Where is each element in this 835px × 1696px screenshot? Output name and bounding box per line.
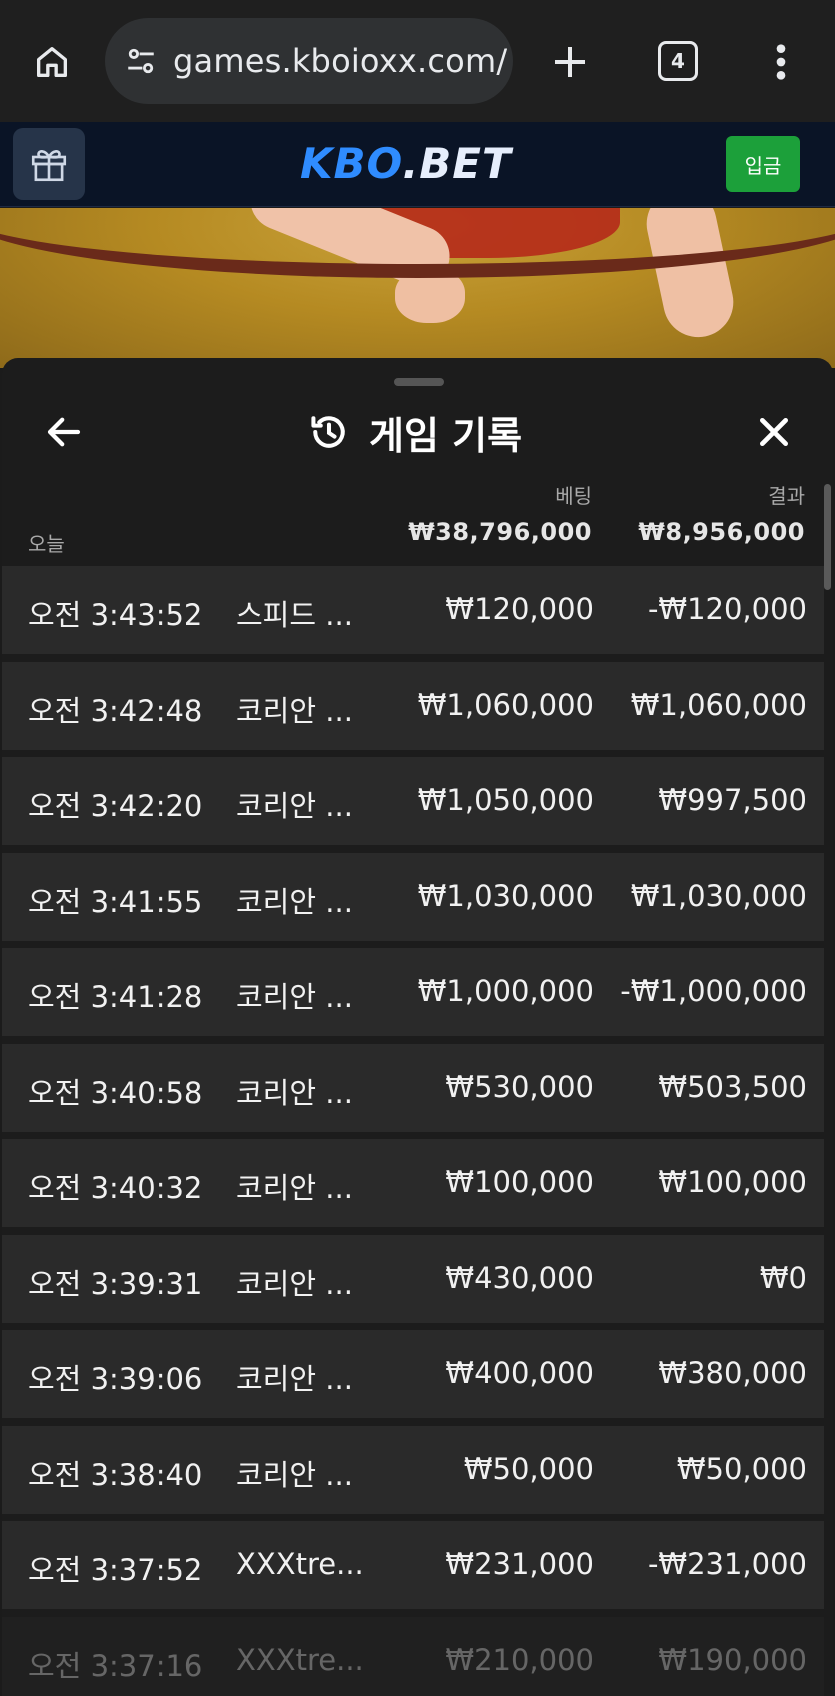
- deposit-button[interactable]: 입금: [726, 136, 800, 192]
- url-text: games.kboioxx.com/: [173, 42, 508, 80]
- gift-button[interactable]: [13, 128, 85, 200]
- row-time: 오전 3:43:52: [28, 598, 203, 632]
- site-logo[interactable]: KBO.BET: [300, 139, 512, 188]
- row-bet: ₩1,060,000: [417, 687, 594, 722]
- row-bet: ₩50,000: [463, 1451, 594, 1486]
- row-time: 오전 3:39:31: [28, 1266, 203, 1301]
- history-row[interactable]: 오전 3:41:55 코리안 ... ₩1,030,000 ₩1,030,000: [2, 852, 824, 941]
- history-row[interactable]: 오전 3:43:52 스피드 ... ₩120,000 -₩120,000: [2, 566, 824, 654]
- row-result: ₩0: [759, 1260, 807, 1295]
- tune-icon[interactable]: [123, 43, 159, 79]
- row-game: 코리안 ...: [236, 1266, 353, 1301]
- row-result: -₩120,000: [647, 592, 807, 626]
- total-bet: ₩38,796,000: [408, 518, 592, 546]
- list-scrollbar[interactable]: [824, 484, 831, 590]
- row-result: ₩50,000: [676, 1451, 807, 1486]
- history-row[interactable]: 오전 3:41:28 코리안 ... ₩1,000,000 -₩1,000,00…: [2, 948, 824, 1036]
- row-result: ₩1,030,000: [630, 878, 807, 913]
- row-game: 코리안 ...: [236, 789, 353, 823]
- row-bet: ₩400,000: [445, 1356, 594, 1390]
- row-time: 오전 3:38:40: [28, 1457, 203, 1492]
- history-row[interactable]: 오전 3:38:40 코리안 ... ₩50,000 ₩50,000: [2, 1425, 824, 1514]
- row-game: XXXtre...: [236, 1642, 364, 1677]
- row-result: ₩997,500: [658, 783, 807, 817]
- history-row[interactable]: 오전 3:40:58 코리안 ... ₩530,000 ₩503,500: [2, 1043, 824, 1132]
- address-bar[interactable]: games.kboioxx.com/: [105, 18, 513, 104]
- plus-icon: [555, 47, 585, 77]
- row-bet: ₩120,000: [445, 592, 594, 626]
- new-tab-button[interactable]: [544, 36, 596, 88]
- group-label-today: 오늘: [28, 532, 65, 556]
- home-button[interactable]: [28, 38, 76, 86]
- browser-toolbar: games.kboioxx.com/ 4: [0, 0, 835, 122]
- row-time: 오전 3:37:16: [28, 1648, 203, 1683]
- row-time: 오전 3:39:06: [28, 1362, 203, 1396]
- history-list: 오전 3:43:52 스피드 ... ₩120,000 -₩120,000 오전…: [2, 566, 824, 1696]
- row-result: ₩100,000: [658, 1165, 807, 1199]
- panel-title-text: 게임 기록: [369, 413, 523, 458]
- back-button[interactable]: [40, 408, 88, 456]
- tab-switcher-button[interactable]: 4: [658, 41, 698, 81]
- logo-part-2: .BET: [402, 139, 512, 188]
- row-game: 코리안 ...: [236, 980, 353, 1014]
- live-video-background: [0, 208, 835, 368]
- column-header-bet: 베팅: [555, 484, 592, 508]
- close-button[interactable]: [750, 408, 798, 456]
- row-bet: ₩1,050,000: [417, 783, 594, 817]
- row-result: ₩190,000: [658, 1642, 807, 1677]
- row-game: 코리안 ...: [236, 693, 353, 728]
- row-result: -₩231,000: [647, 1547, 807, 1581]
- history-row[interactable]: 오전 3:37:16 XXXtre... ₩210,000 ₩190,000: [2, 1616, 824, 1696]
- row-bet: ₩1,000,000: [417, 974, 594, 1008]
- row-bet: ₩1,030,000: [417, 878, 594, 913]
- row-bet: ₩530,000: [445, 1069, 594, 1104]
- row-time: 오전 3:41:28: [28, 980, 203, 1014]
- drag-handle[interactable]: [394, 378, 444, 386]
- row-game: XXXtre...: [236, 1547, 364, 1581]
- row-result: -₩1,000,000: [620, 974, 807, 1008]
- row-game: 스피드 ...: [236, 598, 353, 632]
- history-row[interactable]: 오전 3:37:52 XXXtre... ₩231,000 -₩231,000: [2, 1521, 824, 1609]
- row-bet: ₩100,000: [445, 1165, 594, 1199]
- gift-icon: [31, 150, 67, 182]
- row-game: 코리안 ...: [236, 1362, 353, 1396]
- arrow-left-icon: [47, 417, 81, 447]
- row-time: 오전 3:42:48: [28, 693, 203, 728]
- history-row[interactable]: 오전 3:39:31 코리안 ... ₩430,000 ₩0: [2, 1234, 824, 1323]
- panel-title: 게임 기록: [307, 406, 522, 458]
- history-icon: [311, 416, 345, 448]
- row-game: 코리안 ...: [236, 884, 353, 919]
- row-bet: ₩231,000: [445, 1547, 594, 1581]
- row-bet: ₩210,000: [445, 1642, 594, 1677]
- row-game: 코리안 ...: [236, 1075, 353, 1110]
- row-time: 오전 3:42:20: [28, 789, 203, 823]
- home-icon: [37, 47, 68, 78]
- browser-menu-button[interactable]: [766, 38, 796, 86]
- row-bet: ₩430,000: [445, 1260, 594, 1295]
- row-time: 오전 3:41:55: [28, 884, 203, 919]
- close-icon: [760, 418, 788, 446]
- history-row[interactable]: 오전 3:42:48 코리안 ... ₩1,060,000 ₩1,060,000: [2, 661, 824, 750]
- row-game: 코리안 ...: [236, 1171, 353, 1205]
- row-time: 오전 3:37:52: [28, 1553, 203, 1587]
- total-result: ₩8,956,000: [638, 518, 805, 546]
- game-history-panel: 게임 기록 베팅 결과 오늘 ₩38,796,000 ₩8,956,000 오전…: [2, 358, 833, 1696]
- column-header-result: 결과: [768, 484, 805, 508]
- row-time: 오전 3:40:32: [28, 1171, 203, 1205]
- history-row[interactable]: 오전 3:39:06 코리안 ... ₩400,000 ₩380,000: [2, 1330, 824, 1418]
- row-result: ₩503,500: [658, 1069, 807, 1104]
- site-header: KBO.BET 입금: [0, 122, 835, 207]
- row-result: ₩380,000: [658, 1356, 807, 1390]
- more-vert-icon: [776, 44, 786, 80]
- history-row[interactable]: 오전 3:42:20 코리안 ... ₩1,050,000 ₩997,500: [2, 757, 824, 845]
- row-game: 코리안 ...: [236, 1457, 353, 1492]
- row-result: ₩1,060,000: [630, 687, 807, 722]
- logo-part-1: KBO: [300, 139, 403, 188]
- row-time: 오전 3:40:58: [28, 1075, 203, 1110]
- tab-count: 4: [671, 49, 685, 73]
- history-row[interactable]: 오전 3:40:32 코리안 ... ₩100,000 ₩100,000: [2, 1139, 824, 1227]
